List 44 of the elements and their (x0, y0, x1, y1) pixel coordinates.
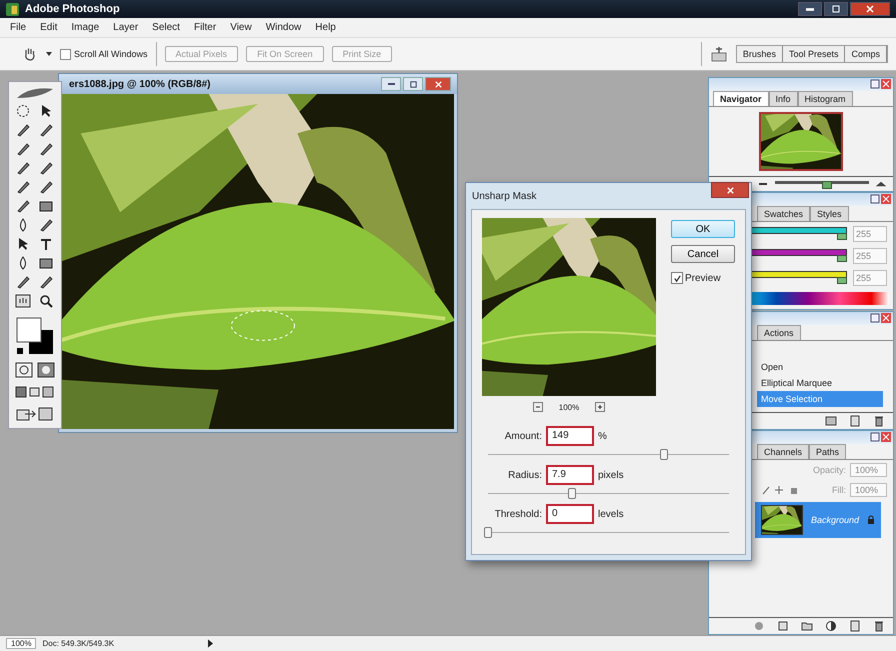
palette-tab[interactable]: Info (768, 90, 798, 106)
palette-tab[interactable]: Navigator (713, 90, 769, 106)
field-label: Radius: (507, 470, 542, 480)
palette-tab[interactable]: Styles (810, 206, 849, 221)
dialog-title: Unsharp Mask (472, 190, 538, 202)
menu-item[interactable]: Window (266, 22, 302, 33)
palette-tab[interactable]: Tool Presets (782, 46, 846, 62)
palette-tab[interactable]: Paths (809, 444, 846, 459)
palette-tab[interactable]: Channels (757, 444, 810, 459)
unit-label: levels (598, 508, 624, 520)
zoom-field[interactable]: 100% (6, 638, 36, 649)
scroll-all-checkbox[interactable]: Scroll All Windows (60, 48, 148, 60)
history-item[interactable]: Elliptical Marquee (757, 375, 883, 391)
palette-tab[interactable]: Comps (845, 46, 887, 62)
palette-tab[interactable]: Swatches (757, 206, 810, 221)
menu-item[interactable]: File (10, 22, 26, 33)
palette-tab[interactable]: Histogram (798, 90, 853, 106)
menu-item[interactable]: View (230, 22, 252, 33)
document-size: Doc: 549.3K/549.3K (42, 639, 116, 648)
field-label: Threshold: (494, 508, 542, 520)
fill-label: Fill: (832, 485, 846, 495)
zoom-level: 100% (558, 402, 580, 412)
unit-label: pixels (598, 470, 624, 480)
palette-tab[interactable]: Brushes (736, 46, 783, 62)
window-title: Adobe Photoshop (25, 3, 121, 15)
palette-tab[interactable]: Actions (757, 325, 801, 340)
menu-item[interactable]: Select (152, 22, 180, 33)
unit-label: % (598, 430, 607, 442)
input-field[interactable]: 0 (546, 504, 594, 524)
layer-name: Background (810, 515, 859, 525)
input-field[interactable]: 7.9 (546, 465, 594, 485)
input-field[interactable]: 149 (546, 426, 594, 446)
menu-item[interactable]: Image (71, 22, 100, 33)
menu-item[interactable]: Layer (113, 22, 138, 33)
opacity-label: Opacity: (812, 465, 846, 475)
document-title: ers1088.jpg @ 100% (RGB/8#) (68, 78, 210, 90)
preview-checkbox[interactable]: Preview (671, 272, 735, 284)
history-item[interactable]: Open (757, 359, 883, 375)
menu-item[interactable]: Filter (194, 22, 216, 33)
menu-item[interactable]: Edit (40, 22, 58, 33)
field-label: Amount: (504, 430, 542, 442)
dialog-button[interactable]: Cancel (671, 245, 735, 263)
dialog-button[interactable]: OK (671, 220, 735, 238)
menu-item[interactable]: Help (315, 22, 336, 33)
